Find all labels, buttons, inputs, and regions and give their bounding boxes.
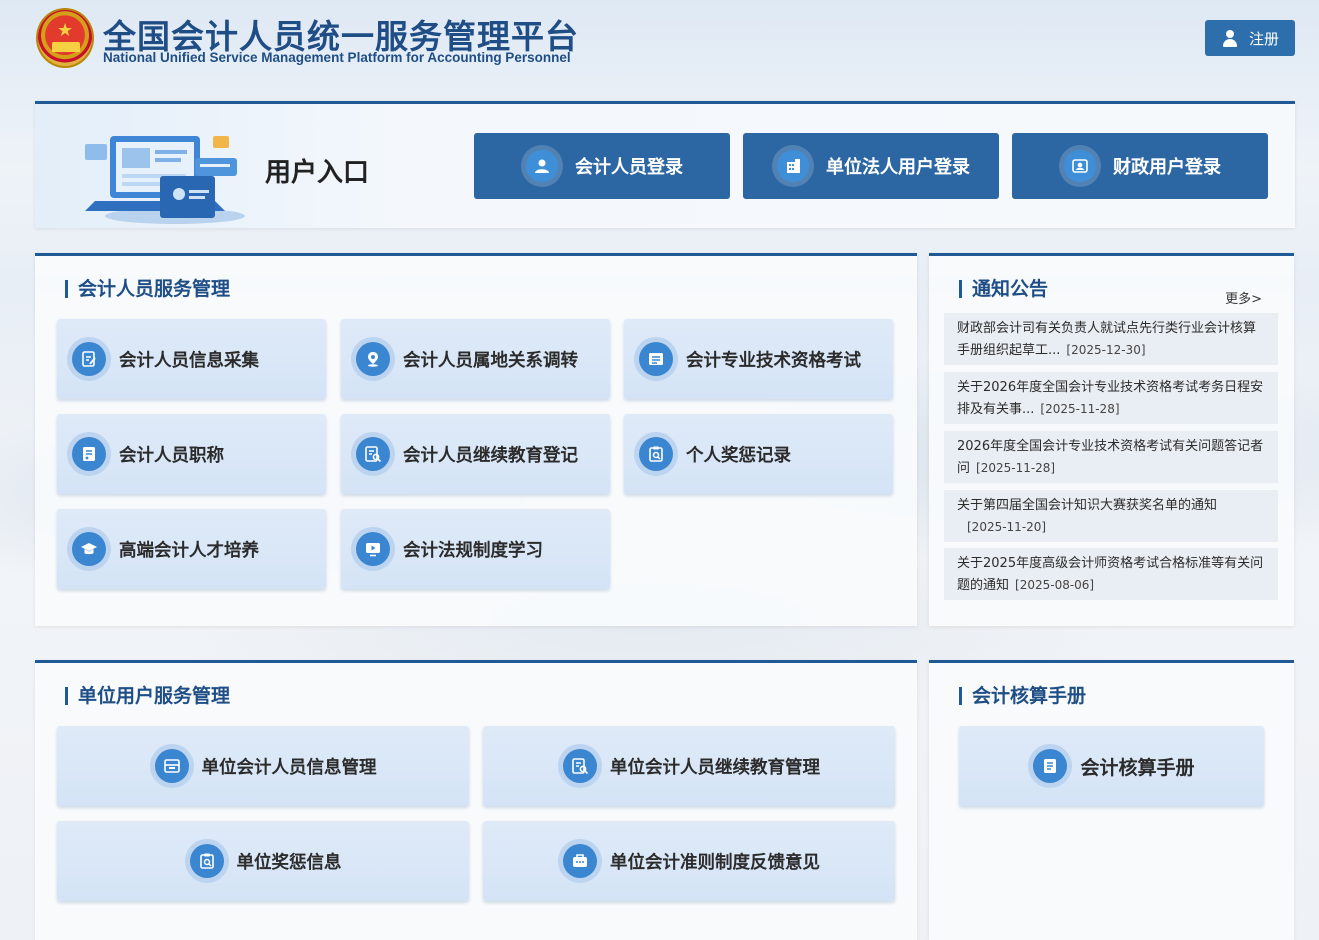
- notice-item[interactable]: 关于第四届全国会计知识大赛获奖名单的通知 [2025-11-20]: [944, 490, 1278, 542]
- tile-label: 会计专业技术资格考试: [686, 350, 861, 371]
- inbox-icon: [154, 749, 189, 783]
- user-icon: [1221, 29, 1239, 47]
- clipboard-search-icon: [639, 437, 673, 471]
- notice-date: [2025-11-28]: [1040, 402, 1120, 416]
- tile-unit-info-management[interactable]: 单位会计人员信息管理: [57, 726, 469, 806]
- unit-legal-login-button[interactable]: 单位法人用户登录: [743, 133, 999, 199]
- user-entry-title: 用户入口: [265, 158, 370, 188]
- notice-date: [2025-11-20]: [967, 520, 1047, 534]
- location-icon: [356, 342, 390, 376]
- graduation-cap-icon: [72, 532, 106, 566]
- tile-label: 单位会计人员继续教育管理: [610, 757, 820, 778]
- handbook-icon: [1033, 749, 1068, 783]
- building-icon: [777, 150, 809, 182]
- tile-label: 会计核算手册: [1080, 756, 1195, 779]
- clipboard-search-icon: [189, 844, 224, 878]
- tile-professional-title[interactable]: 会计人员职称: [57, 414, 326, 494]
- user-entry-panel: 用户入口 会计人员登录 单位法人用户登录 财政用户登录: [35, 101, 1295, 228]
- personnel-service-panel: 会计人员服务管理 会计人员信息采集 会计人员属地关系调转 会计专业技术资格考试 …: [35, 253, 917, 626]
- tile-qualification-exam[interactable]: 会计专业技术资格考试: [624, 319, 893, 399]
- computer-illustration: [85, 136, 245, 224]
- tile-rewards-penalties[interactable]: 个人奖惩记录: [624, 414, 893, 494]
- search-document-icon: [356, 437, 390, 471]
- notice-item[interactable]: 2026年度全国会计专业技术资格考试有关问题答记者问 [2025-11-28]: [944, 431, 1278, 483]
- tile-label: 单位会计准则制度反馈意见: [610, 852, 820, 873]
- tile-label: 单位奖惩信息: [236, 852, 342, 873]
- tile-label: 会计人员职称: [119, 445, 224, 466]
- play-icon: [356, 532, 390, 566]
- finance-login-button[interactable]: 财政用户登录: [1012, 133, 1268, 199]
- notice-item[interactable]: 关于2026年度全国会计专业技术资格考试考务日程安排及有关事... [2025-1…: [944, 372, 1278, 424]
- tile-label: 单位会计人员信息管理: [201, 757, 377, 778]
- tile-accounting-handbook[interactable]: 会计核算手册: [959, 726, 1264, 806]
- notice-date: [2025-11-28]: [976, 461, 1056, 475]
- tile-talent-training[interactable]: 高端会计人才培养: [57, 509, 326, 589]
- tile-label: 会计法规制度学习: [403, 540, 543, 561]
- notice-item[interactable]: 财政部会计司有关负责人就试点先行类行业会计核算手册组织起草工... [2025-1…: [944, 313, 1278, 365]
- id-card-icon: [1064, 150, 1096, 182]
- notice-title: 通知公告: [959, 280, 1048, 299]
- tile-unit-rewards[interactable]: 单位奖惩信息: [57, 821, 469, 901]
- personnel-service-title: 会计人员服务管理: [65, 280, 230, 299]
- more-link[interactable]: 更多>: [1225, 288, 1262, 307]
- tile-unit-education-management[interactable]: 单位会计人员继续教育管理: [483, 726, 895, 806]
- finance-login-label: 财政用户登录: [1113, 157, 1221, 178]
- accountant-login-label: 会计人员登录: [575, 157, 683, 178]
- tile-label: 会计人员属地关系调转: [403, 350, 578, 371]
- unit-service-panel: 单位用户服务管理 单位会计人员信息管理 单位会计人员继续教育管理 单位奖惩信息 …: [35, 660, 917, 940]
- site-subtitle: National Unified Service Management Plat…: [103, 50, 571, 65]
- handbook-panel: 会计核算手册 会计核算手册: [929, 660, 1294, 940]
- tile-label: 会计人员信息采集: [119, 350, 259, 371]
- unit-service-title: 单位用户服务管理: [65, 687, 230, 706]
- site-header: ★ 全国会计人员统一服务管理平台 National Unified Servic…: [0, 0, 1319, 80]
- notice-panel: 通知公告 更多> 财政部会计司有关负责人就试点先行类行业会计核算手册组织起草工.…: [929, 253, 1294, 626]
- feedback-icon: [563, 844, 597, 878]
- handbook-title: 会计核算手册: [959, 687, 1086, 706]
- tile-info-collection[interactable]: 会计人员信息采集: [57, 319, 326, 399]
- notice-date: [2025-12-30]: [1066, 343, 1146, 357]
- notice-text: 关于第四届全国会计知识大赛获奖名单的通知: [957, 498, 1218, 513]
- tile-unit-feedback[interactable]: 单位会计准则制度反馈意见: [483, 821, 895, 901]
- accountant-login-button[interactable]: 会计人员登录: [474, 133, 730, 199]
- user-icon: [526, 150, 558, 182]
- edit-form-icon: [72, 342, 106, 376]
- tile-label: 个人奖惩记录: [686, 445, 791, 466]
- unit-legal-login-label: 单位法人用户登录: [826, 157, 970, 178]
- register-label: 注册: [1248, 29, 1279, 48]
- register-button[interactable]: 注册: [1205, 20, 1295, 56]
- notice-text: 关于2025年度高级会计师资格考试合格标准等有关问题的通知: [957, 556, 1264, 593]
- tile-relationship-transfer[interactable]: 会计人员属地关系调转: [341, 319, 610, 399]
- search-document-icon: [563, 749, 597, 783]
- notice-date: [2025-08-06]: [1015, 578, 1095, 592]
- document-icon: [72, 437, 106, 471]
- tile-label: 高端会计人才培养: [119, 540, 259, 561]
- notice-item[interactable]: 关于2025年度高级会计师资格考试合格标准等有关问题的通知 [2025-08-06…: [944, 548, 1278, 600]
- national-emblem-logo: ★: [36, 8, 94, 68]
- tile-regulation-study[interactable]: 会计法规制度学习: [341, 509, 610, 589]
- tile-continuing-education[interactable]: 会计人员继续教育登记: [341, 414, 610, 494]
- tile-label: 会计人员继续教育登记: [403, 445, 578, 466]
- exam-icon: [639, 342, 673, 376]
